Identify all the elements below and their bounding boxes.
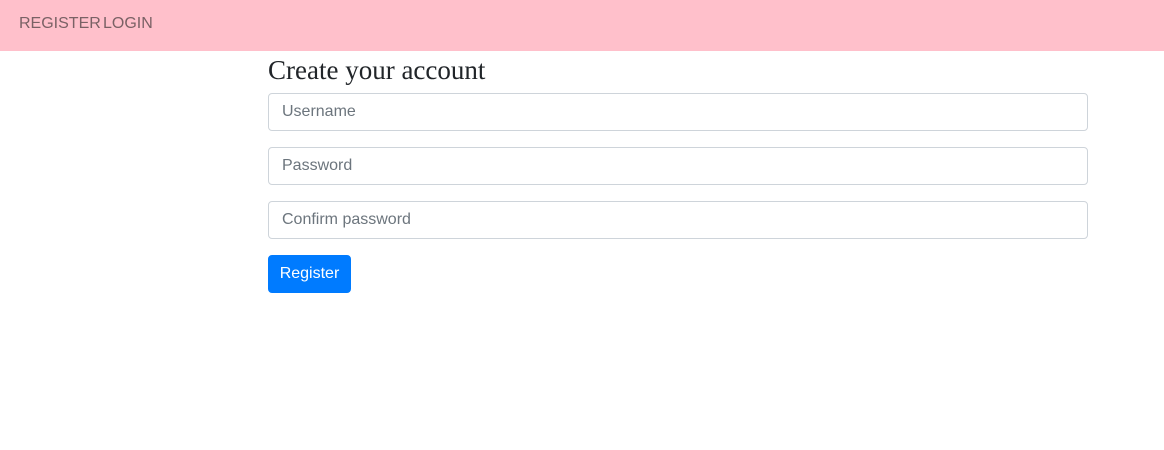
confirm-password-input[interactable] (268, 201, 1088, 239)
password-input[interactable] (268, 147, 1088, 185)
nav-register-link[interactable]: REGISTER (19, 14, 101, 34)
page-title: Create your account (268, 55, 486, 85)
nav-login-link[interactable]: LOGIN (103, 14, 153, 34)
username-input[interactable] (268, 93, 1088, 131)
top-navbar: REGISTER LOGIN (0, 0, 1164, 51)
register-button[interactable]: Register (268, 255, 351, 293)
